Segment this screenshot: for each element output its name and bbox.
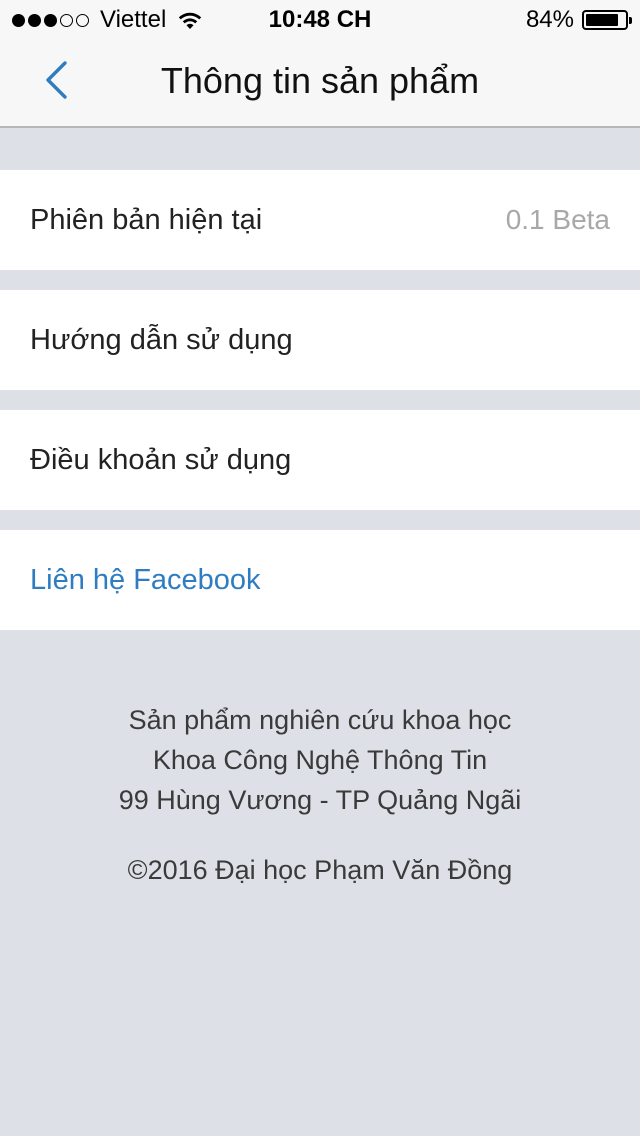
footer-info: Sản phẩm nghiên cứu khoa học Khoa Công N… (0, 700, 640, 890)
battery-tip (629, 17, 632, 24)
footer-line-2: Khoa Công Nghệ Thông Tin (152, 745, 488, 775)
version-row: Phiên bản hiện tại 0.1 Beta (0, 170, 640, 270)
footer-line-3: 99 Hùng Vương - TP Quảng Ngãi (118, 785, 522, 815)
battery-percent: 84% (525, 6, 574, 33)
status-bar: Viettel 10:48 CH 84% (0, 0, 640, 40)
footer-line-1: Sản phẩm nghiên cứu khoa học (128, 705, 512, 735)
version-value: 0.1 Beta (505, 204, 610, 235)
status-right: 84% (525, 6, 632, 34)
contact-facebook-link[interactable]: Liên hệ Facebook (30, 564, 610, 597)
battery-icon (582, 10, 632, 30)
contact-facebook-row[interactable]: Liên hệ Facebook (0, 530, 640, 630)
version-label: Phiên bản hiện tại (30, 203, 263, 236)
terms-of-use-label: Điều khoản sử dụng (30, 443, 292, 476)
user-guide-row[interactable]: Hướng dẫn sử dụng (0, 290, 640, 390)
user-guide-label: Hướng dẫn sử dụng (30, 323, 293, 356)
page-title: Thông tin sản phẩm (160, 60, 480, 101)
terms-of-use-row[interactable]: Điều khoản sử dụng (0, 410, 640, 510)
copyright-text: ©2016 Đại học Phạm Văn Đồng (127, 855, 513, 885)
navigation-bar: Thông tin sản phẩm (0, 40, 640, 128)
battery-fill (586, 14, 618, 26)
